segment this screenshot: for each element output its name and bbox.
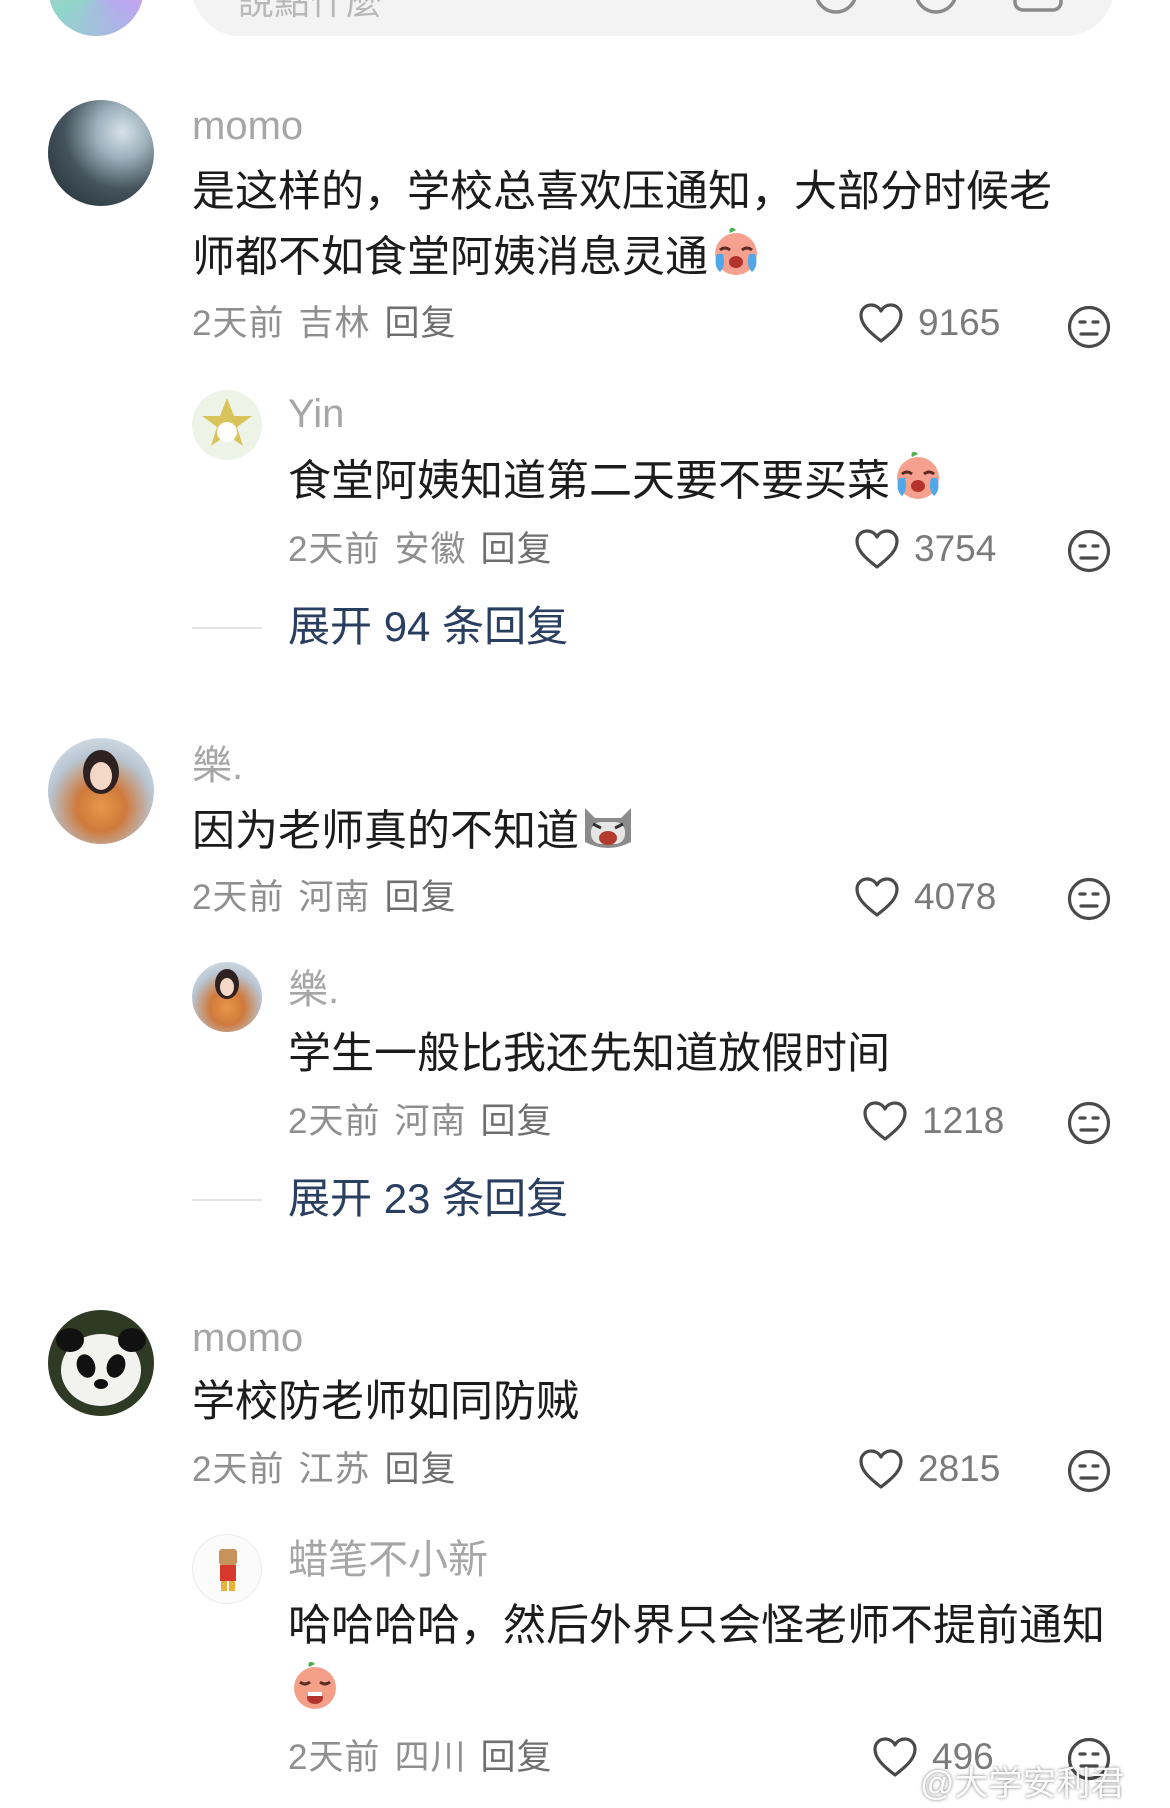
reply-button[interactable]: 回复 [480,1738,552,1777]
at-icon[interactable] [812,0,860,21]
reply-text: 食堂阿姨知道第二天要不要买菜 [288,448,1108,520]
sad-face-emoji-icon [288,1658,342,1730]
like-count: 9165 [918,302,1001,343]
emoji-picker-icon[interactable] [912,0,960,21]
reply-location: 安徽 [394,530,467,569]
like-button[interactable]: 9165 [858,302,1000,344]
reply-text-body: 哈哈哈哈，然后外界只会怪老师不提前通知 [288,1602,1105,1650]
dislike-icon[interactable] [1066,876,1112,927]
reply-meta: 2天前 河南 回复 [288,1104,553,1139]
avatar[interactable] [48,738,154,844]
comment-text-body: 学校防老师如同防贼 [192,1378,579,1426]
reply-text: 学生一般比我还先知道放假时间 [288,1022,1108,1086]
comment-time: 2天前 [192,1450,285,1489]
reply-meta: 2天前 四川 回复 [288,1740,553,1775]
reply-meta: 2天前 安徽 回复 [288,532,553,567]
expand-replies-button[interactable]: 展开 23 条回复 [288,1178,568,1220]
comment-input-bar[interactable]: 說點什麼 [192,0,1114,36]
heart-icon [873,1737,917,1777]
reply-location: 河南 [394,1102,467,1141]
comment-meta: 2天前 江苏 回复 [192,1452,457,1487]
expand-suffix: 条回复 [442,603,569,650]
reply-time: 2天前 [288,530,381,569]
comment-text-body: 是这样的，学校总喜欢压通知，大部分时候老师都不如食堂阿姨消息灵通 [192,168,1052,282]
reply-button[interactable]: 回复 [384,878,456,917]
comment-location: 吉林 [298,304,371,343]
reply-time: 2天前 [288,1738,381,1777]
expand-divider [192,627,262,629]
heart-icon [859,303,903,343]
comment-username[interactable]: momo [192,106,303,146]
reply-button[interactable]: 回复 [384,1450,456,1489]
comment-text-body: 因为老师真的不知道 [192,807,579,856]
heart-icon [859,1449,903,1489]
reply-text-body: 学生一般比我还先知道放假时间 [288,1030,890,1078]
like-button[interactable]: 2815 [858,1448,1000,1490]
reply-avatar[interactable] [192,1534,262,1604]
like-button[interactable]: 4078 [854,876,996,918]
like-count: 3754 [914,528,997,569]
reply-username[interactable]: 樂. [288,970,339,1010]
reply-username[interactable]: 蜡笔不小新 [288,1540,488,1580]
expand-count: 23 [383,1175,431,1222]
heart-icon [855,529,899,569]
avatar[interactable] [48,100,154,206]
comment-time: 2天前 [192,304,285,343]
reply-avatar[interactable] [192,390,262,460]
reply-text-body: 食堂阿姨知道第二天要不要买菜 [288,457,890,506]
like-button[interactable]: 3754 [854,528,996,570]
shocked-cat-emoji-icon [579,798,637,870]
self-avatar [48,0,144,36]
like-count: 4078 [914,876,997,917]
expand-count: 94 [383,603,431,650]
dislike-icon[interactable] [1066,1448,1112,1499]
comment-location: 江苏 [298,1450,371,1489]
heart-icon [855,877,899,917]
dislike-icon[interactable] [1066,1100,1112,1151]
reply-location: 四川 [394,1738,467,1777]
crying-face-emoji-icon [708,224,764,296]
comment-meta: 2天前 吉林 回复 [192,306,457,341]
comment-text: 因为老师真的不知道 [192,798,1092,870]
reply-username[interactable]: Yin [288,394,344,434]
expand-prefix: 展开 [288,603,373,650]
image-picker-icon[interactable] [1012,0,1064,21]
dislike-icon[interactable] [1066,528,1112,579]
reply-button[interactable]: 回复 [480,1102,552,1141]
expand-prefix: 展开 [288,1175,373,1222]
like-count: 2815 [918,1448,1001,1489]
comment-location: 河南 [298,878,371,917]
comment-username[interactable]: 樂. [192,746,243,786]
heart-icon [863,1101,907,1141]
reply-time: 2天前 [288,1102,381,1141]
dislike-icon[interactable] [1066,304,1112,355]
comment-text: 学校防老师如同防贼 [192,1370,1092,1434]
comment-input-placeholder: 說點什麼 [238,0,383,22]
comment-text: 是这样的，学校总喜欢压通知，大部分时候老师都不如食堂阿姨消息灵通 [192,160,1092,296]
watermark: @大学安利君 [920,1756,1125,1805]
watermark-text: @大学安利君 [920,1765,1125,1803]
comment-time: 2天前 [192,878,285,917]
reply-text: 哈哈哈哈，然后外界只会怪老师不提前通知 [288,1594,1128,1730]
reply-button[interactable]: 回复 [480,530,552,569]
reply-avatar[interactable] [192,962,262,1032]
like-count: 1218 [922,1100,1005,1141]
like-button[interactable]: 1218 [862,1100,1004,1142]
comment-meta: 2天前 河南 回复 [192,880,457,915]
expand-suffix: 条回复 [442,1175,569,1222]
avatar[interactable] [48,1310,154,1416]
reply-button[interactable]: 回复 [384,304,456,343]
crying-face-emoji-icon [890,448,946,520]
expand-replies-button[interactable]: 展开 94 条回复 [288,606,568,648]
expand-divider [192,1199,262,1201]
comment-username[interactable]: momo [192,1318,303,1358]
